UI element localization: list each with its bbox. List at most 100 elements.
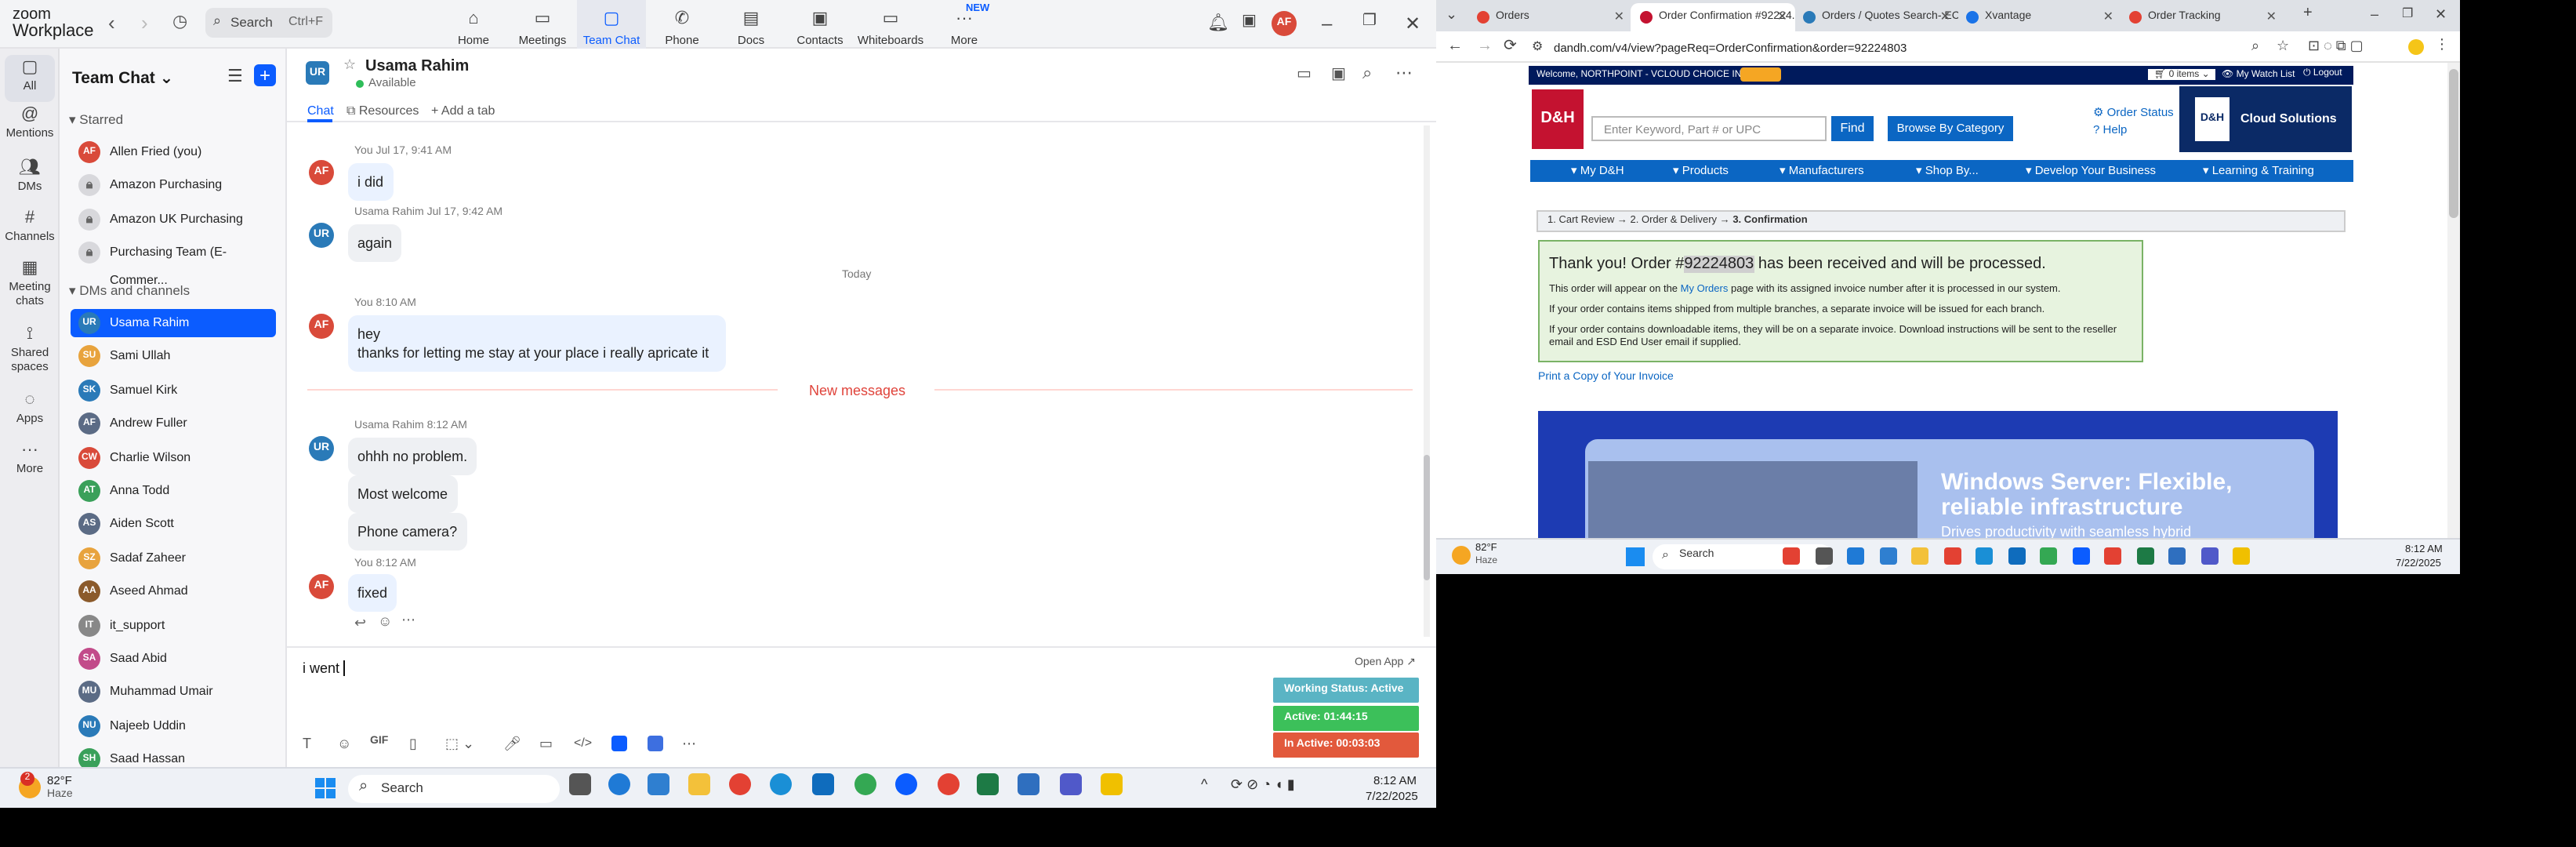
taskbar-app-icon[interactable] xyxy=(648,773,669,795)
nav-contacts[interactable]: ▣ Contacts xyxy=(785,0,854,49)
back-icon[interactable]: ← xyxy=(1447,38,1463,55)
scrollbar-thumb[interactable] xyxy=(1424,455,1430,580)
taskbar-search[interactable]: ⌕ Search xyxy=(1653,544,1833,569)
forward-icon[interactable]: › xyxy=(141,11,148,35)
find-button[interactable]: Find xyxy=(1831,116,1874,141)
rail-shared-spaces[interactable]: ⟟ Shared spaces xyxy=(0,325,60,373)
message-bubble[interactable]: again xyxy=(348,224,402,262)
tab-close-icon[interactable]: ✕ xyxy=(1940,9,1950,24)
my-orders-link[interactable]: My Orders xyxy=(1681,284,1729,295)
taskbar-app-icon[interactable] xyxy=(2072,547,2089,565)
browser-tab[interactable]: Order Tracking ✕ xyxy=(2120,3,2284,31)
dm-item[interactable]: AT Anna Todd xyxy=(71,477,276,505)
tab-add[interactable]: + Add a tab xyxy=(431,104,495,118)
dm-item[interactable]: IT it_support xyxy=(71,611,276,639)
rail-more[interactable]: ··· More xyxy=(0,442,60,475)
print-invoice-link[interactable]: Print a Copy of Your Invoice xyxy=(1538,372,1674,383)
taskbar-app-icon[interactable] xyxy=(1815,547,1832,565)
excel-icon[interactable] xyxy=(977,773,999,795)
minimize-icon[interactable]: – xyxy=(2371,6,2378,22)
taskbar-app-icon[interactable] xyxy=(1911,547,1928,565)
teams-icon[interactable] xyxy=(1060,773,1082,795)
nav-shop-by[interactable]: ▾ Shop By... xyxy=(1916,163,1979,177)
cloud-solutions-banner[interactable]: D&H Cloud Solutions xyxy=(2179,86,2352,152)
starred-item[interactable]: 🔒︎ Purchasing Team (E-Commer... xyxy=(71,238,276,287)
clock-time[interactable]: 8:12 AM xyxy=(1373,773,1417,787)
cart-button[interactable]: 🛒︎ 0 items ⌄ xyxy=(2148,69,2216,80)
message-bubble[interactable]: i did xyxy=(348,163,394,201)
close-icon[interactable]: ✕ xyxy=(2435,6,2447,24)
nav-my-dh[interactable]: ▾ My D&H xyxy=(1571,163,1624,177)
reply-icon[interactable]: ↩ xyxy=(354,615,366,632)
weather-icon[interactable] xyxy=(1452,546,1471,565)
minimize-icon[interactable]: – xyxy=(1322,13,1332,35)
nav-whiteboards[interactable]: ▭ Whiteboards xyxy=(854,0,927,49)
taskbar-app-icon[interactable] xyxy=(1976,547,1993,565)
menu-icon[interactable]: ⋮ xyxy=(2435,36,2449,53)
taskbar-app-icon[interactable] xyxy=(1879,547,1896,565)
extension-icons[interactable]: ⊡ ◌ ⧉ ▢ xyxy=(2308,38,2364,55)
clock-date[interactable]: 7/22/2025 xyxy=(1366,789,1418,803)
video-icon[interactable]: ▭ xyxy=(1297,66,1312,83)
dh-logo[interactable]: D&H xyxy=(1532,89,1584,149)
taskbar-app-icon[interactable] xyxy=(608,773,630,795)
product-search-input[interactable]: Enter Keyword, Part # or UPC xyxy=(1591,116,1827,141)
browse-category-button[interactable]: Browse By Category xyxy=(1888,116,2013,141)
dm-item[interactable]: SK Samuel Kirk xyxy=(71,376,276,405)
taskbar-app-icon[interactable] xyxy=(2104,547,2121,565)
edge-icon[interactable] xyxy=(770,773,792,795)
screenshot-icon[interactable]: ⬚ ⌄ xyxy=(445,736,474,753)
windows-start-icon[interactable] xyxy=(315,778,337,800)
alert-badge[interactable] xyxy=(1740,67,1781,82)
rail-mentions[interactable]: @ Mentions xyxy=(0,106,60,140)
more-icon[interactable]: ⋯ xyxy=(682,736,696,753)
scrollbar-track[interactable] xyxy=(1424,125,1430,637)
site-info-icon[interactable]: ⚙ xyxy=(1532,39,1543,53)
video-message-icon[interactable]: ▭ xyxy=(539,736,553,753)
search-input[interactable]: ⌕ Search Ctrl+F xyxy=(205,8,332,38)
taskbar-app-icon[interactable] xyxy=(2200,547,2218,565)
reload-icon[interactable]: ⟳ xyxy=(1504,38,1517,55)
tab-menu-icon[interactable]: ⌄ xyxy=(1446,6,1457,24)
nav-learning[interactable]: ▾ Learning & Training xyxy=(2203,163,2314,177)
message-bubble[interactable]: hey thanks for letting me stay at your pl… xyxy=(348,315,726,372)
rail-channels[interactable]: # Channels xyxy=(0,209,60,243)
dm-item[interactable]: MU Muhammad Umair xyxy=(71,678,276,707)
restore-icon[interactable]: ❐ xyxy=(2402,6,2413,20)
tab-chat[interactable]: Chat xyxy=(307,104,334,118)
chat-list-title[interactable]: Team Chat ⌄ xyxy=(72,69,173,88)
profile-icon[interactable] xyxy=(2408,39,2424,55)
message-bubble[interactable]: Most welcome xyxy=(348,475,458,513)
taskbar-app-icon[interactable] xyxy=(2136,547,2153,565)
taskbar-app-icon[interactable] xyxy=(1847,547,1864,565)
outlook-icon[interactable] xyxy=(812,773,834,795)
new-chat-button[interactable]: + xyxy=(254,64,276,86)
tab-close-icon[interactable]: ✕ xyxy=(2103,9,2113,24)
nav-phone[interactable]: ✆ Phone xyxy=(648,0,717,49)
logout-link[interactable]: ⏻ Logout xyxy=(2303,69,2342,80)
browser-tab[interactable]: Orders / Quotes Search- ECI ✕ xyxy=(1794,3,1958,31)
dm-item[interactable]: UR Usama Rahim xyxy=(71,309,276,337)
windows-start-icon[interactable] xyxy=(1626,547,1645,566)
more-icon[interactable]: ⋯ xyxy=(401,612,415,629)
bell-icon[interactable]: 🔔︎ xyxy=(1207,13,1229,33)
page-scrollbar[interactable] xyxy=(2447,63,2460,538)
clock-date[interactable]: 7/22/2025 xyxy=(2396,558,2441,569)
taskbar-app-icon[interactable] xyxy=(2233,547,2250,565)
rail-meeting-chats[interactable]: ▦ Meeting chats xyxy=(0,260,60,307)
taskbar-app-icon[interactable] xyxy=(1101,773,1123,795)
watch-list-link[interactable]: 👁︎ My Watch List xyxy=(2222,69,2295,80)
rail-all[interactable]: ▢ All xyxy=(5,55,55,102)
taskbar-app-icon[interactable] xyxy=(688,773,710,795)
tab-close-icon[interactable]: ✕ xyxy=(1614,9,1624,24)
user-avatar[interactable]: AF xyxy=(1272,11,1297,36)
new-tab-button[interactable]: + xyxy=(2303,5,2313,22)
restore-icon[interactable]: ❐ xyxy=(1362,13,1377,30)
starred-section[interactable]: ▾ Starred xyxy=(69,111,123,129)
screen-share-icon[interactable]: ▣ xyxy=(1331,66,1346,83)
dms-section[interactable]: ▾ DMs and channels xyxy=(69,282,190,300)
app-icon[interactable] xyxy=(611,736,627,751)
url-field[interactable]: dandh.com/v4/view?pageReq=OrderConfirmat… xyxy=(1543,36,2358,58)
taskbar-app-icon[interactable] xyxy=(569,773,591,795)
taskbar-app-icon[interactable] xyxy=(2168,547,2186,565)
